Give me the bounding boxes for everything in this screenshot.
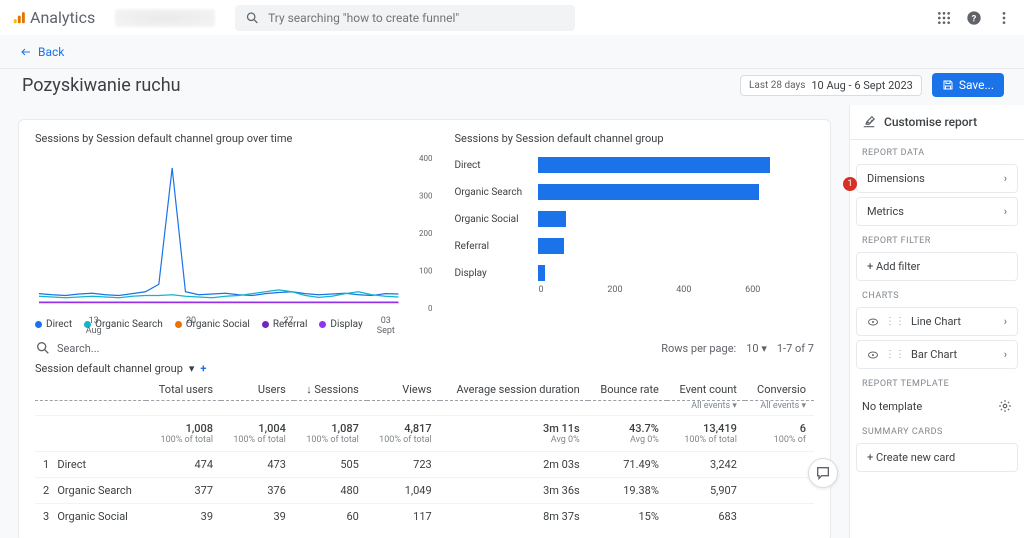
column-header[interactable]: Views bbox=[367, 379, 440, 401]
column-header[interactable]: Bounce rate bbox=[588, 379, 667, 401]
data-table: Total usersUsers↓ SessionsViewsAverage s… bbox=[35, 379, 814, 529]
table-row[interactable]: 1 Direct4744735057232m 03s71.49%3,242 bbox=[35, 452, 814, 478]
add-dimension-button[interactable]: + bbox=[200, 362, 206, 375]
search-icon bbox=[245, 10, 260, 26]
svg-text:400: 400 bbox=[419, 154, 433, 163]
rows-per-page-label: Rows per page: bbox=[661, 342, 736, 355]
customise-panel: 1 Customise report REPORT DATA Dimension… bbox=[849, 105, 1024, 538]
column-header[interactable]: Total users bbox=[146, 379, 221, 401]
bar-row: Display bbox=[454, 265, 814, 281]
totals-row: 1,008100% of total1,004100% of total1,08… bbox=[35, 416, 814, 452]
svg-text:100: 100 bbox=[419, 266, 433, 275]
svg-text:0: 0 bbox=[428, 304, 433, 313]
column-header[interactable]: Users bbox=[221, 379, 294, 401]
sub-bar: Back bbox=[0, 35, 1024, 69]
date-range-picker[interactable]: Last 28 days 10 Aug - 6 Sept 2023 bbox=[740, 75, 922, 96]
page-indicator: 1-7 of 7 bbox=[777, 342, 814, 355]
bar-x-axis: 0200400600 bbox=[454, 285, 814, 295]
top-bar: Analytics ? bbox=[0, 0, 1024, 35]
chevron-right-icon: › bbox=[1004, 205, 1007, 218]
feedback-fab[interactable] bbox=[808, 458, 838, 488]
line-chart-svg: 400 300 200 100 0 bbox=[35, 153, 434, 313]
apps-icon[interactable] bbox=[936, 10, 952, 26]
table-search[interactable]: Search... bbox=[35, 340, 100, 356]
rows-per-page-select[interactable]: 10 ▾ bbox=[746, 342, 767, 355]
bar-row: Referral bbox=[454, 238, 814, 254]
save-icon bbox=[942, 79, 954, 91]
eye-icon bbox=[867, 349, 879, 361]
more-icon[interactable] bbox=[996, 10, 1012, 26]
bar-chart-body: Direct Organic Search Organic Social Referr… bbox=[454, 153, 814, 281]
line-x-axis: 13Aug202703Sept bbox=[35, 316, 434, 336]
column-header[interactable]: ↓ Sessions bbox=[294, 379, 367, 401]
save-button[interactable]: Save... bbox=[932, 73, 1004, 97]
product-name: Analytics bbox=[30, 8, 95, 27]
product-logo[interactable]: Analytics bbox=[12, 8, 95, 27]
bar-chart: Sessions by Session default channel grou… bbox=[454, 132, 814, 330]
help-icon[interactable]: ? bbox=[966, 10, 982, 26]
metrics-badge: 1 bbox=[843, 177, 857, 191]
search-icon bbox=[35, 340, 51, 356]
svg-text:?: ? bbox=[972, 13, 977, 24]
bar-row: Organic Search bbox=[454, 184, 814, 200]
search-input[interactable] bbox=[268, 11, 565, 25]
column-header[interactable]: Conversio bbox=[745, 379, 814, 401]
analytics-icon bbox=[12, 11, 26, 25]
property-selector[interactable] bbox=[115, 9, 215, 27]
chevron-right-icon: › bbox=[1004, 172, 1007, 185]
eye-icon bbox=[867, 316, 879, 328]
bar-chart-row[interactable]: ⋮⋮Bar Chart› bbox=[856, 340, 1018, 369]
report-card: Sessions by Session default channel grou… bbox=[18, 119, 831, 538]
back-link[interactable]: Back bbox=[20, 45, 64, 59]
customise-icon bbox=[862, 115, 876, 129]
bar-row: Organic Social bbox=[454, 211, 814, 227]
table-row[interactable]: 2 Organic Search3773764801,0493m 36s19.3… bbox=[35, 478, 814, 504]
template-row[interactable]: No template bbox=[850, 393, 1024, 419]
chevron-down-icon: ▾ bbox=[189, 362, 195, 375]
arrow-left-icon bbox=[20, 46, 32, 58]
report-area: Sessions by Session default channel grou… bbox=[0, 105, 849, 538]
column-header[interactable]: Event count bbox=[667, 379, 745, 401]
gear-icon bbox=[998, 399, 1012, 413]
chat-icon bbox=[815, 465, 831, 481]
panel-title: Customise report bbox=[850, 105, 1024, 140]
table-row[interactable]: 3 Organic Social3939601178m 37s15%683 bbox=[35, 504, 814, 530]
metrics-row[interactable]: Metrics› bbox=[856, 197, 1018, 226]
bar-row: Direct bbox=[454, 157, 814, 173]
line-chart: Sessions by Session default channel grou… bbox=[35, 132, 434, 330]
add-filter-button[interactable]: + Add filter bbox=[856, 252, 1018, 281]
svg-text:300: 300 bbox=[419, 191, 433, 200]
line-chart-row[interactable]: ⋮⋮Line Chart› bbox=[856, 307, 1018, 336]
svg-text:200: 200 bbox=[419, 229, 433, 238]
table-controls: Search... Rows per page: 10 ▾ 1-7 of 7 bbox=[35, 340, 814, 356]
dimension-header[interactable]: Session default channel group ▾ + bbox=[35, 362, 814, 375]
column-header[interactable]: Average session duration bbox=[440, 379, 588, 401]
dimensions-row[interactable]: Dimensions› bbox=[856, 164, 1018, 193]
create-card-button[interactable]: + Create new card bbox=[856, 443, 1018, 472]
page-title: Pozyskiwanie ruchu bbox=[22, 75, 181, 96]
search-box[interactable] bbox=[235, 5, 575, 31]
